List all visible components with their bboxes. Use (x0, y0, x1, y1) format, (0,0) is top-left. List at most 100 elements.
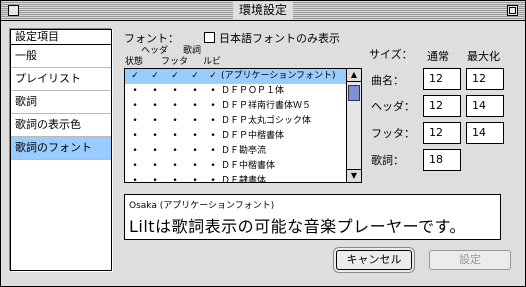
footer-dot-icon[interactable]: • (167, 144, 183, 159)
ruby-dot-icon[interactable]: • (205, 129, 221, 144)
title-size-normal-field[interactable]: 12 (423, 68, 461, 90)
font-name: ＤＦ隷書体 (221, 176, 267, 183)
font-name: ＤＦＰＯＰ１体 (221, 86, 285, 96)
header-size-label: ヘッダ： (371, 100, 415, 113)
header-dot-icon[interactable]: • (147, 174, 163, 182)
header-dot-icon[interactable]: • (147, 129, 163, 144)
ruby-check-icon[interactable]: ✓ (205, 69, 221, 84)
title-bar[interactable]: 環境設定 (1, 1, 525, 21)
column-header-lyrics: 歌詞 (183, 46, 202, 56)
preview-font-name: Osaka (アプリケーションフォント) (129, 201, 275, 211)
header-dot-icon[interactable]: • (147, 159, 163, 174)
ruby-dot-icon[interactable]: • (205, 84, 221, 99)
title-size-max-field[interactable]: 12 (466, 68, 504, 90)
zoom-box-icon[interactable] (507, 5, 518, 16)
header-check-icon[interactable]: ✓ (147, 69, 163, 84)
font-name: ＤＦ勘亭流 (221, 146, 267, 156)
font-list-scrollbar[interactable]: ▲ ▼ (346, 69, 361, 182)
header-dot-icon[interactable]: • (147, 144, 163, 159)
footer-size-label: フッタ： (371, 127, 415, 140)
lyrics-dot-icon[interactable]: • (187, 144, 203, 159)
font-name: ＤＦＰ中楷書体 (221, 131, 285, 141)
footer-dot-icon[interactable]: • (167, 114, 183, 129)
header-size-normal-field[interactable]: 12 (423, 95, 461, 117)
header-dot-icon[interactable]: • (147, 84, 163, 99)
column-header-state: 状態 (125, 57, 144, 67)
state-dot-icon[interactable]: • (127, 144, 143, 159)
ruby-dot-icon[interactable]: • (205, 144, 221, 159)
font-preview: Osaka (アプリケーションフォント) Liltは歌詞表示の可能な音楽プレーヤ… (124, 194, 501, 240)
preview-text: Liltは歌詞表示の可能な音楽プレーヤーです。 (129, 217, 467, 236)
ruby-dot-icon[interactable]: • (205, 174, 221, 182)
footer-dot-icon[interactable]: • (167, 174, 183, 182)
ruby-dot-icon[interactable]: • (205, 159, 221, 174)
category-lyrics-color[interactable]: 歌詞の表示色 (11, 114, 111, 137)
apply-button[interactable]: 設定 (429, 250, 511, 270)
ruby-dot-icon[interactable]: • (205, 114, 221, 129)
font-name: ＤＦ中楷書体 (221, 161, 276, 171)
title-size-label: 曲名： (371, 74, 404, 87)
column-header-header: ヘッダ (141, 46, 169, 56)
size-col-max: 最大化 (467, 50, 500, 63)
window-title: 環境設定 (232, 2, 294, 19)
state-dot-icon[interactable]: • (127, 159, 143, 174)
close-box-icon[interactable] (8, 5, 19, 16)
font-name: ＤＦＰ祥南行書体Ｗ５ (221, 101, 312, 111)
font-list[interactable]: ✓ ✓ ✓ ✓ ✓ (アプリケーションフォント) • • • • • ＤＦＰＯＰ… (124, 68, 362, 183)
column-header-ruby: ルビ (203, 57, 222, 67)
lyrics-size-label: 歌詞： (371, 154, 404, 167)
footer-dot-icon[interactable]: • (167, 129, 183, 144)
lyrics-size-normal-field[interactable]: 18 (423, 149, 461, 171)
lyrics-dot-icon[interactable]: • (187, 159, 203, 174)
font-row[interactable]: • • • • • ＤＦ中楷書体 (125, 159, 361, 174)
category-general[interactable]: 一般 (11, 45, 111, 68)
lyrics-dot-icon[interactable]: • (187, 99, 203, 114)
font-name: (アプリケーションフォント) (221, 71, 336, 81)
state-dot-icon[interactable]: • (127, 129, 143, 144)
header-size-max-field[interactable]: 14 (466, 95, 504, 117)
footer-size-max-field[interactable]: 14 (466, 122, 504, 144)
state-dot-icon[interactable]: • (127, 84, 143, 99)
font-row[interactable]: • • • • • ＤＦＰＯＰ１体 (125, 84, 361, 99)
scroll-up-arrow-icon[interactable]: ▲ (347, 69, 361, 82)
cancel-button[interactable]: キャンセル (336, 250, 412, 270)
font-row[interactable]: • • • • • ＤＦＰ祥南行書体Ｗ５ (125, 99, 361, 114)
font-label: フォント： (124, 32, 179, 45)
lyrics-dot-icon[interactable]: • (187, 84, 203, 99)
size-label: サイズ： (369, 48, 413, 61)
column-header-footer: フッタ (161, 57, 189, 67)
state-dot-icon[interactable]: • (127, 114, 143, 129)
font-row[interactable]: • • • • • ＤＦＰ中楷書体 (125, 129, 361, 144)
font-row[interactable]: ✓ ✓ ✓ ✓ ✓ (アプリケーションフォント) (125, 69, 361, 84)
footer-dot-icon[interactable]: • (167, 159, 183, 174)
lyrics-dot-icon[interactable]: • (187, 174, 203, 182)
footer-size-normal-field[interactable]: 12 (423, 122, 461, 144)
state-check-icon[interactable]: ✓ (127, 69, 143, 84)
header-dot-icon[interactable]: • (147, 99, 163, 114)
footer-dot-icon[interactable]: • (167, 99, 183, 114)
category-lyrics-font[interactable]: 歌詞のフォント (11, 137, 111, 160)
category-list-header: 設定項目 (11, 30, 111, 45)
japanese-only-label: 日本語フォントのみ表示 (219, 32, 340, 45)
category-playlist[interactable]: プレイリスト (11, 68, 111, 91)
lyrics-dot-icon[interactable]: • (187, 129, 203, 144)
header-dot-icon[interactable]: • (147, 114, 163, 129)
lyrics-check-icon[interactable]: ✓ (187, 69, 203, 84)
state-dot-icon[interactable]: • (127, 174, 143, 182)
category-list: 設定項目 一般 プレイリスト 歌詞 歌詞の表示色 歌詞のフォント (10, 29, 112, 271)
preferences-window: 環境設定 設定項目 一般 プレイリスト 歌詞 歌詞の表示色 歌詞のフォント フォ… (0, 0, 526, 287)
category-lyrics[interactable]: 歌詞 (11, 91, 111, 114)
scroll-thumb[interactable] (348, 85, 360, 101)
state-dot-icon[interactable]: • (127, 99, 143, 114)
font-row[interactable]: • • • • • ＤＦ隷書体 (125, 174, 361, 183)
font-row[interactable]: • • • • • ＤＦ勘亭流 (125, 144, 361, 159)
ruby-dot-icon[interactable]: • (205, 99, 221, 114)
font-row[interactable]: • • • • • ＤＦＰ太丸ゴシック体 (125, 114, 361, 129)
size-col-normal: 通常 (427, 50, 449, 63)
japanese-only-checkbox[interactable] (204, 32, 215, 43)
lyrics-dot-icon[interactable]: • (187, 114, 203, 129)
scroll-down-arrow-icon[interactable]: ▼ (347, 169, 361, 182)
footer-check-icon[interactable]: ✓ (167, 69, 183, 84)
font-name: ＤＦＰ太丸ゴシック体 (221, 116, 312, 126)
footer-dot-icon[interactable]: • (167, 84, 183, 99)
